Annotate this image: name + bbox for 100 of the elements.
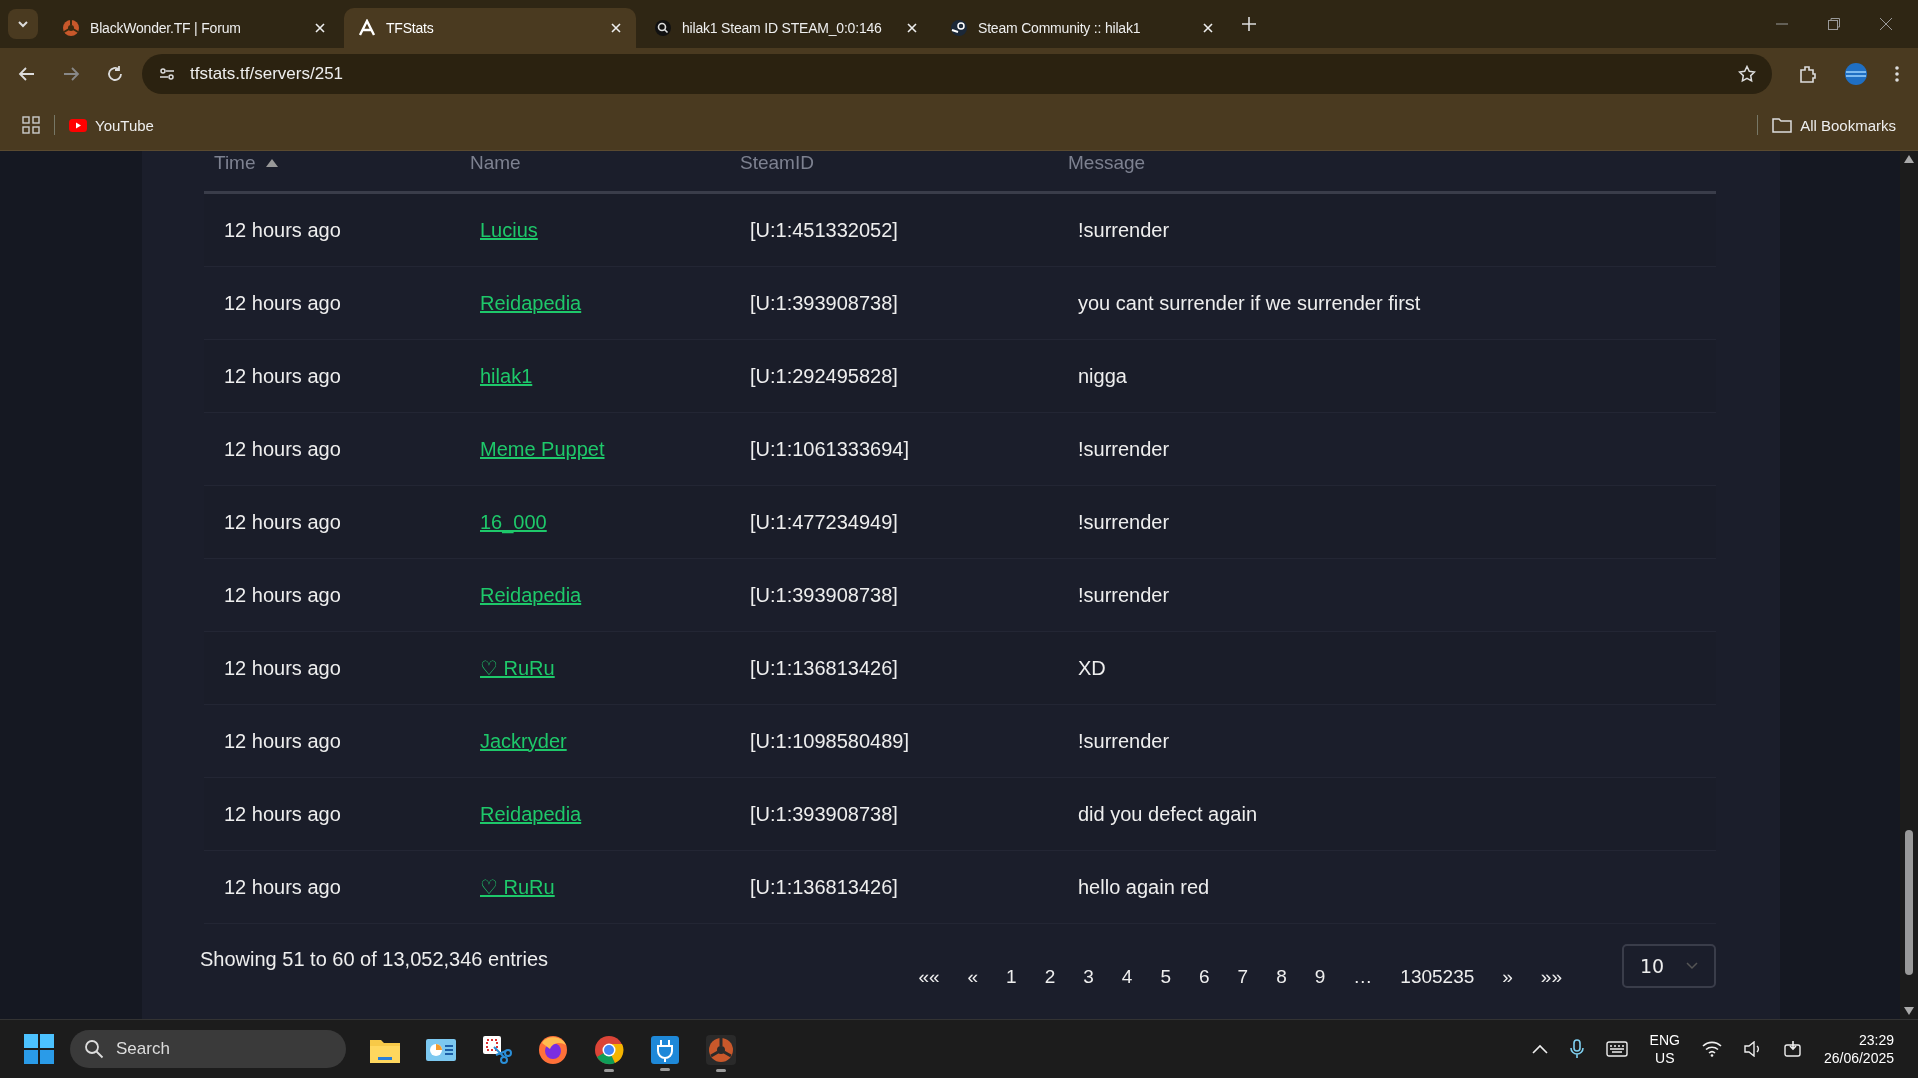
page-link[interactable]: 4 xyxy=(1107,966,1147,988)
column-header[interactable]: Name xyxy=(460,151,730,175)
language-indicator[interactable]: ENG US xyxy=(1649,1031,1680,1067)
table-cell: !surrender xyxy=(1078,583,1170,606)
table-cell: [U:1:136813426] xyxy=(750,656,898,679)
scrollbar-thumb[interactable] xyxy=(1905,830,1913,975)
entries-summary: Showing 51 to 60 of 13,052,346 entries xyxy=(200,948,549,971)
page-link[interactable]: 1305235 xyxy=(1386,966,1489,988)
page-link[interactable]: « xyxy=(953,966,993,988)
browser-tab[interactable]: hilak1 Steam ID STEAM_0:0:146 xyxy=(640,8,932,48)
control-panel-icon xyxy=(426,1036,456,1063)
page-size-select[interactable]: 10 xyxy=(1622,944,1716,988)
table-cell: [U:1:393908738] xyxy=(750,583,898,606)
close-icon[interactable] xyxy=(1880,18,1892,30)
player-link[interactable]: ♡ RuRu xyxy=(480,657,555,679)
table-cell: [U:1:393908738] xyxy=(750,291,898,314)
table-cell: [U:1:136813426] xyxy=(750,875,898,898)
speaker-icon[interactable] xyxy=(1743,1041,1762,1057)
page-link[interactable]: 3 xyxy=(1069,966,1108,988)
player-link[interactable]: Reidapedia xyxy=(480,291,582,314)
page-link[interactable]: … xyxy=(1339,966,1387,988)
page-link[interactable]: »» xyxy=(1526,966,1576,988)
apps-grid-icon[interactable] xyxy=(22,116,40,134)
taskbar-search-field[interactable]: Search xyxy=(70,1030,346,1068)
table-cell: [U:1:393908738] xyxy=(750,802,898,825)
page-link[interactable]: 6 xyxy=(1185,966,1224,988)
table-cell: [U:1:1061333694] xyxy=(750,437,910,460)
microphone-icon[interactable] xyxy=(1569,1039,1584,1059)
chevron-up-icon[interactable] xyxy=(1531,1044,1548,1054)
folder-icon xyxy=(1772,117,1793,133)
table-cell: XD xyxy=(1078,656,1106,679)
tab-title: hilak1 Steam ID STEAM_0:0:146 xyxy=(682,20,883,36)
star-icon[interactable] xyxy=(1738,65,1756,83)
tab-title: TFStats xyxy=(386,20,435,36)
table-cell: 12 hours ago xyxy=(224,875,341,898)
logo-icon xyxy=(706,1034,736,1065)
site-settings-icon[interactable] xyxy=(158,65,176,83)
windows-start-icon[interactable] xyxy=(24,1034,54,1064)
fox-globe-icon xyxy=(538,1034,568,1065)
system-clock[interactable]: 23:29 26/06/2025 xyxy=(1823,1031,1894,1067)
player-link[interactable]: Meme Puppet xyxy=(480,437,605,460)
logo-icon xyxy=(950,19,968,37)
page-link[interactable]: 9 xyxy=(1300,966,1340,988)
column-header[interactable]: Message xyxy=(1058,151,1716,175)
scissors-icon xyxy=(482,1034,512,1065)
player-link[interactable]: Reidapedia xyxy=(480,802,582,825)
play-icon xyxy=(69,118,87,132)
table-cell: did you defect again xyxy=(1078,802,1258,825)
table-cell: 12 hours ago xyxy=(224,729,341,752)
table-cell: 12 hours ago xyxy=(224,218,341,241)
profile-avatar[interactable] xyxy=(1844,62,1868,86)
search-icon xyxy=(654,19,672,37)
browser-tab[interactable]: Steam Community :: hilak1 xyxy=(936,8,1228,48)
browser-logo-icon xyxy=(594,1034,624,1065)
player-link[interactable]: hilak1 xyxy=(480,364,533,387)
table-cell: [U:1:1098580489] xyxy=(750,729,910,752)
table-cell: [U:1:451332052] xyxy=(750,218,898,241)
page-link[interactable]: » xyxy=(1488,966,1527,988)
scroll-down-icon[interactable] xyxy=(1904,1007,1914,1015)
tab-list-button[interactable] xyxy=(8,9,38,39)
battery-charging-icon[interactable] xyxy=(1783,1040,1802,1058)
browser-tab[interactable]: BlackWonder.TF | Forum xyxy=(48,8,340,48)
player-link[interactable]: Reidapedia xyxy=(480,583,582,606)
reload-icon[interactable] xyxy=(106,65,124,83)
page-link[interactable]: 1 xyxy=(992,966,1031,988)
all-bookmarks-button[interactable]: All Bookmarks xyxy=(1772,116,1896,134)
back-icon[interactable] xyxy=(18,65,36,83)
forward-icon[interactable] xyxy=(62,65,80,83)
page-link[interactable]: 2 xyxy=(1030,966,1070,988)
page-link[interactable]: «« xyxy=(904,966,954,988)
table-cell: !surrender xyxy=(1078,437,1170,460)
table-cell: !surrender xyxy=(1078,218,1170,241)
restore-icon[interactable] xyxy=(1828,18,1840,30)
page-link[interactable]: 8 xyxy=(1262,966,1301,988)
column-header[interactable]: Time xyxy=(204,151,460,175)
scroll-up-icon[interactable] xyxy=(1904,155,1914,163)
page-link[interactable]: 7 xyxy=(1223,966,1263,988)
table-cell: 12 hours ago xyxy=(224,510,341,533)
wifi-icon[interactable] xyxy=(1701,1041,1722,1057)
table-cell: !surrender xyxy=(1078,729,1170,752)
bookmark-link[interactable]: YouTube xyxy=(69,116,154,134)
keyboard-icon[interactable] xyxy=(1605,1041,1628,1057)
column-header[interactable]: SteamID xyxy=(730,151,1058,175)
chevron-down-icon xyxy=(17,18,29,30)
more-icon[interactable] xyxy=(1894,65,1900,83)
player-link[interactable]: ♡ RuRu xyxy=(480,876,555,898)
player-link[interactable]: Jackryder xyxy=(480,729,567,752)
logo-icon xyxy=(62,19,80,37)
scrollbar[interactable] xyxy=(1900,151,1918,1019)
page-link[interactable]: 5 xyxy=(1146,966,1185,988)
chevron-down-icon xyxy=(1686,962,1698,970)
new-tab-icon[interactable] xyxy=(1242,17,1256,31)
table-cell: hello again red xyxy=(1078,875,1210,898)
table-cell: 12 hours ago xyxy=(224,656,341,679)
player-link[interactable]: 16_000 xyxy=(480,510,547,533)
table-cell: 12 hours ago xyxy=(224,802,341,825)
address-bar[interactable]: tfstats.tf/servers/251 xyxy=(142,54,1772,94)
browser-tab[interactable]: TFStats xyxy=(344,8,636,48)
puzzle-icon[interactable] xyxy=(1798,64,1818,84)
player-link[interactable]: Lucius xyxy=(480,218,538,241)
